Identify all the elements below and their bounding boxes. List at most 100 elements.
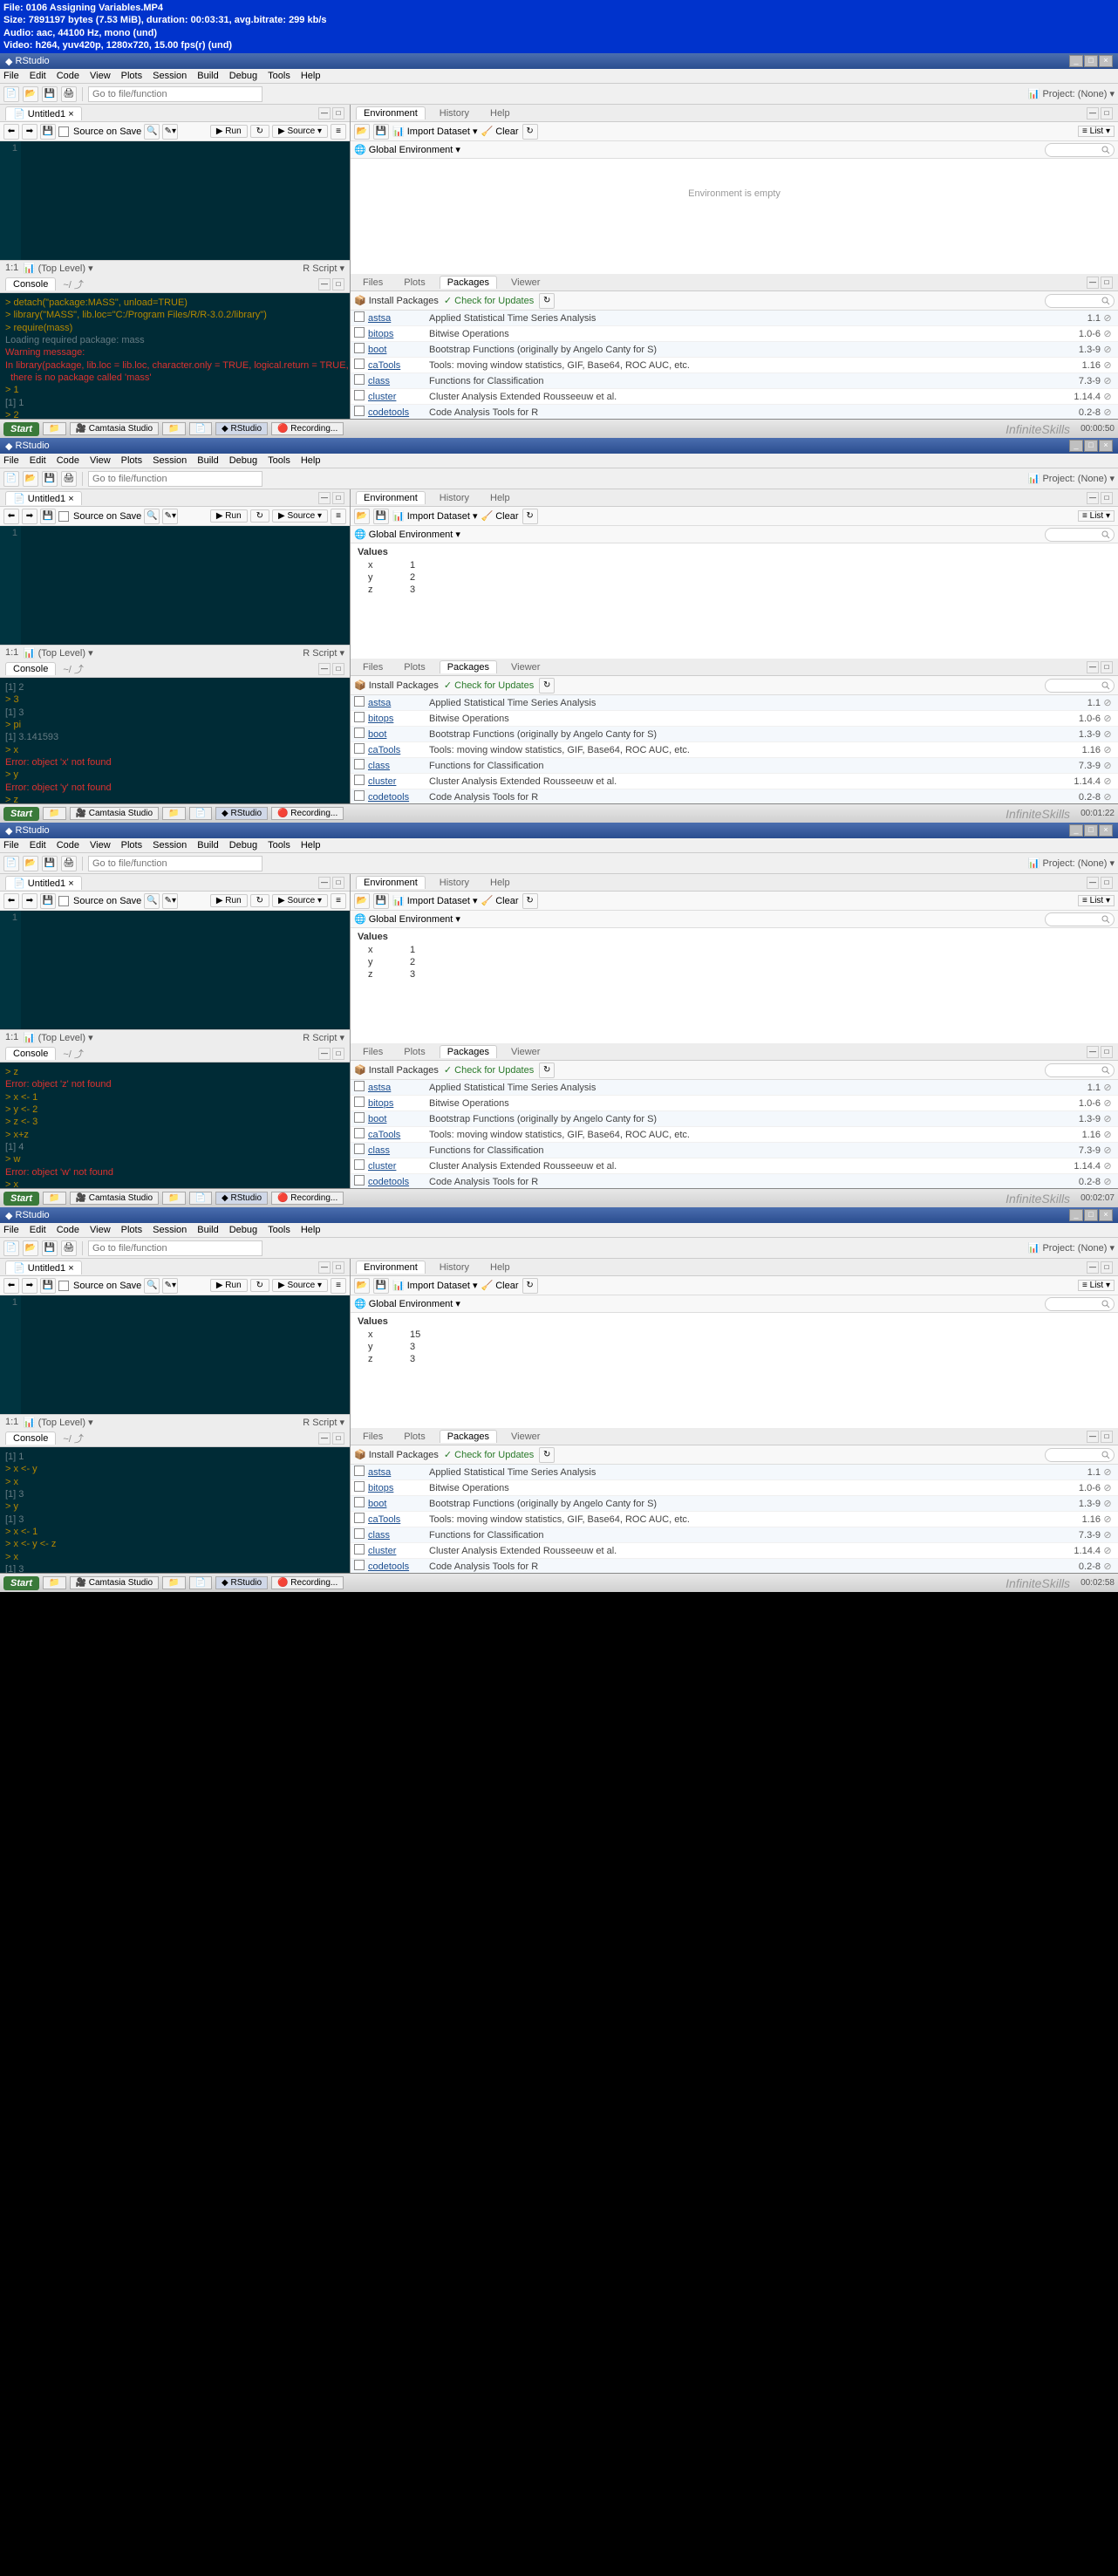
package-name[interactable]: class (368, 376, 429, 386)
package-name[interactable]: boot (368, 1499, 429, 1509)
package-checkbox[interactable] (354, 1112, 368, 1125)
menu-code[interactable]: Code (57, 455, 79, 466)
tab-environment[interactable]: Environment (356, 106, 426, 120)
menu-session[interactable]: Session (153, 1225, 187, 1235)
menu-code[interactable]: Code (57, 71, 79, 81)
package-remove-icon[interactable]: ⊘ (1101, 1545, 1115, 1556)
forward-icon[interactable]: ➡ (22, 509, 37, 524)
menu-debug[interactable]: Debug (229, 1225, 257, 1235)
save-icon[interactable]: 💾 (42, 471, 58, 487)
install-packages-button[interactable]: 📦 Install Packages (354, 680, 439, 691)
package-name[interactable]: bitops (368, 1098, 429, 1109)
task-explorer[interactable]: 📁 (162, 1576, 185, 1589)
package-checkbox[interactable] (354, 790, 368, 803)
source-tab[interactable]: 📄 Untitled1 × (5, 106, 82, 120)
maximize-pane-icon[interactable]: □ (1101, 1261, 1113, 1274)
import-dataset-button[interactable]: 📊 Import Dataset ▾ (392, 895, 477, 906)
import-dataset-button[interactable]: 📊 Import Dataset ▾ (392, 1280, 477, 1291)
package-name[interactable]: cluster (368, 1546, 429, 1556)
menu-tools[interactable]: Tools (268, 455, 290, 466)
maximize-button[interactable]: □ (1084, 55, 1098, 67)
env-var-row[interactable]: y3 (358, 1341, 1111, 1353)
maximize-pane-icon[interactable]: □ (332, 877, 344, 889)
package-checkbox[interactable] (354, 359, 368, 372)
tab-viewer[interactable]: Viewer (504, 1431, 547, 1443)
close-button[interactable]: × (1099, 1209, 1113, 1221)
package-remove-icon[interactable]: ⊘ (1101, 1466, 1115, 1478)
package-name[interactable]: astsa (368, 313, 429, 324)
env-var-row[interactable]: z3 (358, 584, 1111, 596)
package-name[interactable]: caTools (368, 745, 429, 755)
package-remove-icon[interactable]: ⊘ (1101, 1498, 1115, 1509)
maximize-pane-icon[interactable]: □ (332, 492, 344, 504)
menu-file[interactable]: File (3, 455, 19, 466)
menu-plots[interactable]: Plots (121, 455, 142, 466)
package-checkbox[interactable] (354, 1481, 368, 1494)
package-checkbox[interactable] (354, 1497, 368, 1510)
menu-session[interactable]: Session (153, 840, 187, 851)
package-name[interactable]: bitops (368, 1483, 429, 1493)
package-search-input[interactable] (1045, 294, 1115, 308)
source-editor[interactable]: 1 (0, 911, 350, 1029)
quicklaunch[interactable]: 📁 (43, 422, 65, 435)
package-checkbox[interactable] (354, 390, 368, 403)
tab-files[interactable]: Files (356, 1046, 390, 1058)
source-on-save-checkbox[interactable] (58, 1281, 69, 1291)
window-titlebar[interactable]: ◆ RStudio _ □ × (0, 1207, 1118, 1223)
menu-file[interactable]: File (3, 1225, 19, 1235)
open-file-icon[interactable]: 📂 (23, 856, 38, 871)
menu-session[interactable]: Session (153, 455, 187, 466)
refresh-packages-icon[interactable]: ↻ (539, 678, 555, 694)
package-name[interactable]: astsa (368, 698, 429, 708)
tab-history[interactable]: History (433, 492, 476, 504)
package-name[interactable]: caTools (368, 1514, 429, 1525)
close-button[interactable]: × (1099, 55, 1113, 67)
tab-packages[interactable]: Packages (440, 1045, 497, 1058)
back-icon[interactable]: ⬅ (3, 509, 19, 524)
package-remove-icon[interactable]: ⊘ (1101, 328, 1115, 339)
tab-viewer[interactable]: Viewer (504, 277, 547, 289)
menu-build[interactable]: Build (197, 840, 218, 851)
menu-edit[interactable]: Edit (30, 71, 46, 81)
package-search-input[interactable] (1045, 1063, 1115, 1077)
package-checkbox[interactable] (354, 1466, 368, 1479)
minimize-button[interactable]: _ (1069, 824, 1083, 837)
package-checkbox[interactable] (354, 1544, 368, 1557)
package-remove-icon[interactable]: ⊘ (1101, 407, 1115, 418)
package-checkbox[interactable] (354, 696, 368, 709)
menu-help[interactable]: Help (301, 840, 321, 851)
minimize-pane-icon[interactable]: — (318, 1432, 331, 1445)
task-word[interactable]: 📄 (189, 1192, 212, 1205)
wand-icon[interactable]: ✎▾ (162, 124, 178, 140)
package-name[interactable]: class (368, 1145, 429, 1156)
file-type[interactable]: R Script ▾ (303, 263, 344, 274)
menu-help[interactable]: Help (301, 71, 321, 81)
maximize-pane-icon[interactable]: □ (1101, 877, 1113, 889)
package-checkbox[interactable] (354, 1513, 368, 1526)
run-button[interactable]: ▶ Run (210, 509, 248, 523)
save-workspace-icon[interactable]: 💾 (373, 1278, 389, 1294)
package-name[interactable]: boot (368, 729, 429, 740)
list-view-button[interactable]: ≡ List ▾ (1078, 126, 1115, 137)
refresh-icon[interactable]: ↻ (522, 509, 538, 524)
package-remove-icon[interactable]: ⊘ (1101, 697, 1115, 708)
minimize-pane-icon[interactable]: — (318, 877, 331, 889)
task-rstudio[interactable]: ◆ RStudio (215, 1192, 268, 1205)
goto-file-input[interactable] (88, 856, 262, 871)
task-word[interactable]: 📄 (189, 807, 212, 820)
console-output[interactable]: [1] 2> 3[1] 3> pi[1] 3.141593> xError: o… (0, 678, 350, 803)
package-remove-icon[interactable]: ⊘ (1101, 1176, 1115, 1187)
package-checkbox[interactable] (354, 1528, 368, 1541)
menu-build[interactable]: Build (197, 455, 218, 466)
save-icon[interactable]: 💾 (42, 1240, 58, 1256)
tab-help[interactable]: Help (483, 107, 517, 120)
back-icon[interactable]: ⬅ (3, 893, 19, 909)
package-name[interactable]: codetools (368, 1177, 429, 1187)
minimize-pane-icon[interactable]: — (318, 107, 331, 120)
save-workspace-icon[interactable]: 💾 (373, 509, 389, 524)
rerun-button[interactable]: ↻ (250, 894, 269, 907)
package-name[interactable]: boot (368, 1114, 429, 1124)
list-view-button[interactable]: ≡ List ▾ (1078, 510, 1115, 522)
env-var-row[interactable]: x1 (358, 559, 1111, 571)
forward-icon[interactable]: ➡ (22, 893, 37, 909)
